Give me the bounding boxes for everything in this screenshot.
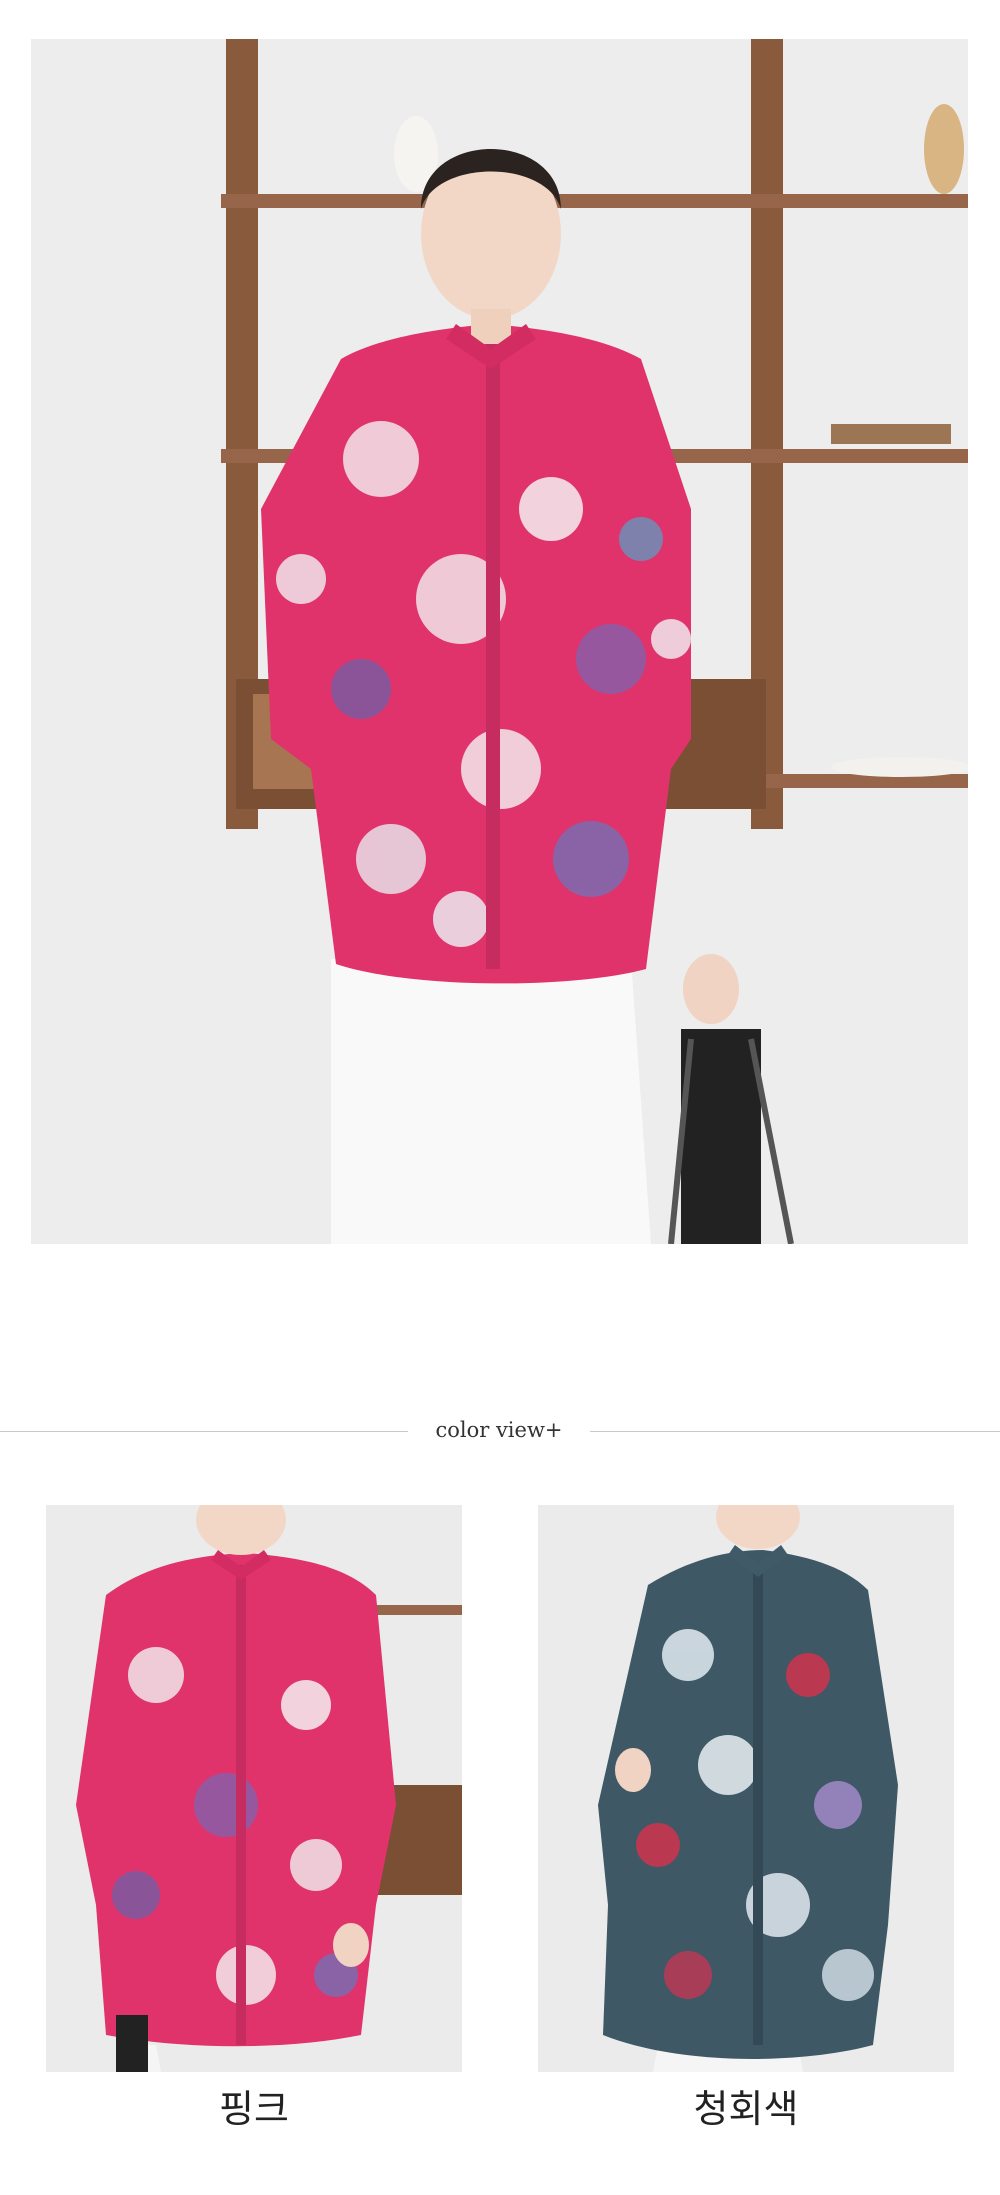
hero-illustration	[31, 39, 968, 1244]
pink-blouse-illustration	[46, 1505, 462, 2072]
color-option-pink-photo[interactable]	[46, 1505, 462, 2072]
divider-line-right	[590, 1431, 1000, 1432]
shelf	[221, 194, 968, 208]
color-option-bluegray-photo[interactable]	[538, 1505, 954, 2072]
shelf	[761, 774, 968, 788]
color-view-divider: color view+	[0, 1412, 1000, 1452]
section-title: color view+	[435, 1418, 563, 1442]
color-option-bluegray-label[interactable]: 청회색	[538, 2078, 954, 2131]
divider-line-left	[0, 1431, 408, 1432]
handbag	[681, 1029, 761, 1244]
hero-product-photo	[31, 39, 968, 1244]
color-option-pink-label[interactable]: 핑크	[46, 2078, 462, 2131]
bluegray-blouse-illustration	[538, 1505, 954, 2072]
